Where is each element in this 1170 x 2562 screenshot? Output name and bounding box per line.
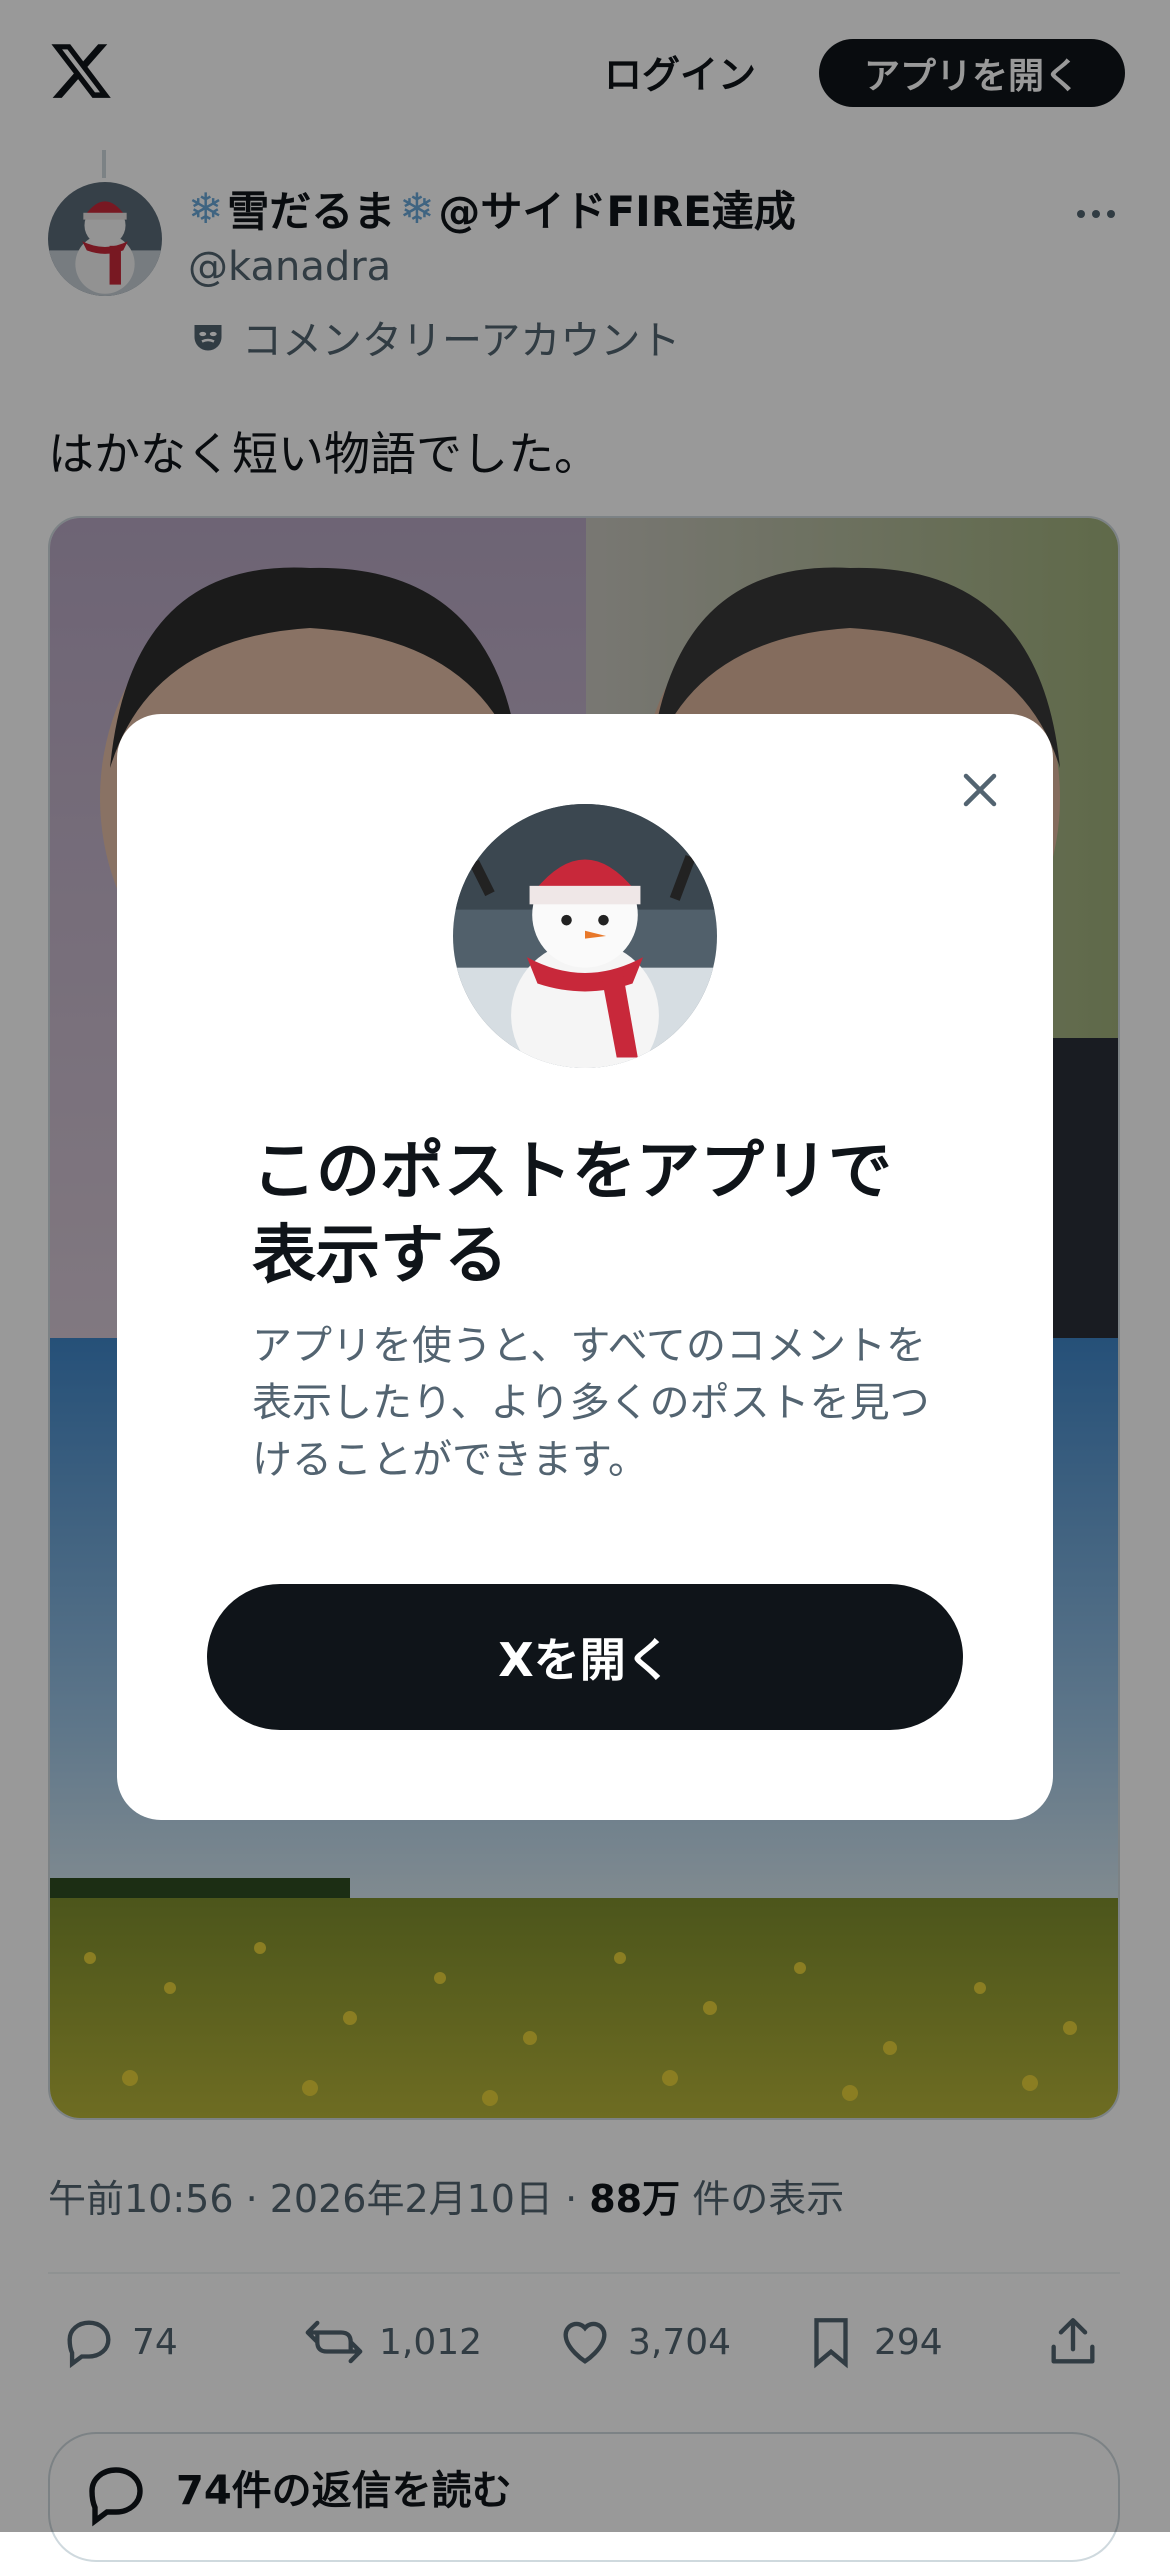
modal-title: このポストをアプリで表示する [252,1135,892,1293]
modal-description: アプリを使うと、すべてのコメントを表示したり、より多くのポストを見つけることがで… [252,1323,930,1483]
modal-avatar [453,804,717,1068]
close-icon[interactable] [950,760,1010,820]
open-x-button[interactable]: Xを開く [207,1584,963,1730]
